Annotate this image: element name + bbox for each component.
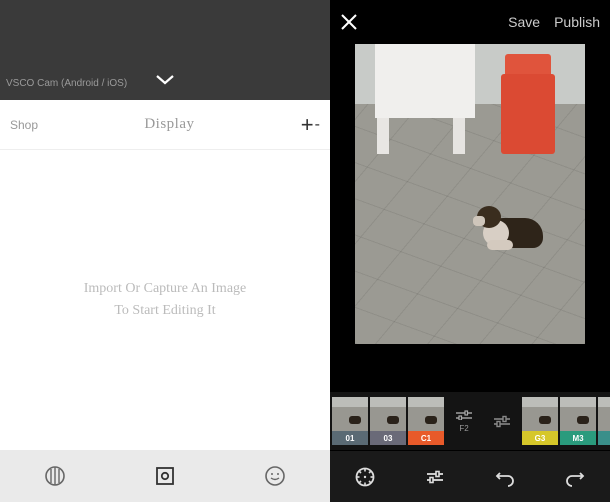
profile-icon[interactable] bbox=[264, 465, 286, 487]
filter-tools-icon[interactable]: F2 bbox=[446, 397, 482, 445]
redo-icon[interactable] bbox=[564, 466, 586, 488]
filter-thumb[interactable]: C1 bbox=[408, 397, 444, 445]
background-document: VSCO Cam (Android / iOS) bbox=[0, 0, 330, 100]
filter-thumb[interactable]: M5 bbox=[598, 397, 610, 445]
minus-icon: - bbox=[315, 116, 320, 134]
empty-state: Import Or Capture An Image To Start Edit… bbox=[0, 150, 330, 450]
shop-link[interactable]: Shop bbox=[10, 118, 38, 132]
filter-separator bbox=[484, 397, 520, 445]
filter-thumb[interactable]: 03 bbox=[370, 397, 406, 445]
empty-state-line1: Import Or Capture An Image bbox=[84, 278, 247, 300]
library-header: Shop Display +- bbox=[0, 100, 330, 150]
filter-strip[interactable]: 0103C1F2 G3M3M5 bbox=[330, 392, 610, 450]
filter-thumb[interactable]: 01 bbox=[332, 397, 368, 445]
chevron-down-icon[interactable] bbox=[155, 74, 175, 86]
photo-preview bbox=[355, 44, 585, 344]
right-pane: Save Publish 0103C1F2 G3M3M5 bbox=[330, 0, 610, 502]
plus-icon: + bbox=[301, 112, 314, 138]
save-button[interactable]: Save bbox=[508, 14, 540, 30]
display-toggle[interactable]: Display bbox=[144, 116, 194, 133]
sliders-icon[interactable] bbox=[424, 466, 446, 488]
close-icon[interactable] bbox=[340, 13, 358, 31]
photo-canvas[interactable] bbox=[330, 44, 610, 392]
app-platform-label: VSCO Cam (Android / iOS) bbox=[6, 77, 127, 90]
grid-icon[interactable] bbox=[44, 465, 66, 487]
filter-thumb[interactable]: G3 bbox=[522, 397, 558, 445]
presets-icon[interactable] bbox=[354, 466, 376, 488]
left-pane: VSCO Cam (Android / iOS) Shop Display +-… bbox=[0, 0, 330, 502]
filter-thumb[interactable]: M3 bbox=[560, 397, 596, 445]
bottom-nav-left bbox=[0, 450, 330, 502]
camera-icon[interactable] bbox=[154, 465, 176, 487]
empty-state-line2: To Start Editing It bbox=[114, 300, 215, 322]
publish-button[interactable]: Publish bbox=[554, 14, 600, 30]
editor-top-bar: Save Publish bbox=[330, 0, 610, 44]
editor-tool-bar bbox=[330, 450, 610, 502]
import-button[interactable]: +- bbox=[301, 112, 320, 138]
undo-icon[interactable] bbox=[494, 466, 516, 488]
